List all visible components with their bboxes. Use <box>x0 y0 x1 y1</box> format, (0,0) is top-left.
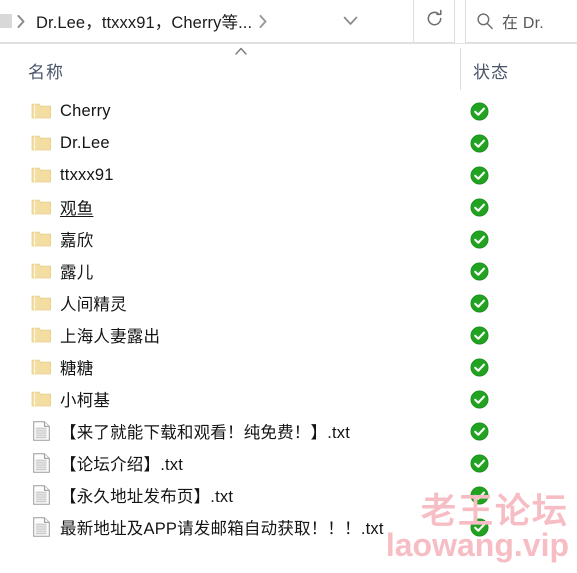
sync-complete-icon <box>469 101 489 121</box>
file-row-label[interactable]: ttxxx91 <box>60 166 114 185</box>
file-row-label[interactable]: 露儿 <box>60 259 93 283</box>
sync-complete-icon <box>469 293 489 313</box>
file-row[interactable]: 观鱼 <box>0 191 577 223</box>
address-bar-dropdown-button[interactable] <box>329 0 371 43</box>
refresh-icon <box>425 9 444 33</box>
column-header-name[interactable]: 名称 <box>28 58 64 83</box>
file-row-label[interactable]: 【来了就能下载和观看！纯免费！】.txt <box>60 419 350 443</box>
folder-icon <box>31 165 52 185</box>
file-row-label[interactable]: 人间精灵 <box>60 291 127 315</box>
file-explorer-window: Dr.Lee，ttxxx91，Cherry等... 在 Dr. 名称 状态 Ch… <box>0 0 577 573</box>
column-header-status[interactable]: 状态 <box>473 58 509 83</box>
column-header-row: 名称 状态 <box>0 44 577 94</box>
text-file-icon <box>31 485 52 505</box>
sync-complete-icon <box>469 325 489 345</box>
file-row[interactable]: Cherry <box>0 95 577 127</box>
file-row-label[interactable]: Cherry <box>60 102 111 121</box>
folder-icon <box>31 101 52 121</box>
drive-icon[interactable] <box>0 14 12 28</box>
sync-complete-icon <box>469 261 489 281</box>
file-row[interactable]: 小柯基 <box>0 383 577 415</box>
sync-complete-icon <box>469 421 489 441</box>
folder-icon <box>31 133 52 153</box>
file-row[interactable]: ttxxx91 <box>0 159 577 191</box>
folder-icon <box>31 325 52 345</box>
file-row-label[interactable]: 最新地址及APP请发邮箱自动获取！！！.txt <box>60 515 384 539</box>
sync-complete-icon <box>469 133 489 153</box>
file-row-label[interactable]: 小柯基 <box>60 387 110 411</box>
file-row[interactable]: 【来了就能下载和观看！纯免费！】.txt <box>0 415 577 447</box>
file-row-label[interactable]: 上海人妻露出 <box>60 323 160 347</box>
file-row[interactable]: 人间精灵 <box>0 287 577 319</box>
folder-icon <box>31 229 52 249</box>
folder-icon <box>31 389 52 409</box>
folder-icon <box>31 293 52 313</box>
file-row-label[interactable]: 【论坛介绍】.txt <box>60 451 183 475</box>
file-row[interactable]: 糖糖 <box>0 351 577 383</box>
search-icon <box>468 0 502 43</box>
file-row[interactable]: 【永久地址发布页】.txt <box>0 479 577 511</box>
file-row[interactable]: 嘉欣 <box>0 223 577 255</box>
file-list: Cherry Dr.Lee ttxxx91 观鱼嘉欣露儿人间精灵上海人妻露出 糖糖小柯基… <box>0 95 577 543</box>
file-row[interactable]: 露儿 <box>0 255 577 287</box>
file-row-label[interactable]: 糖糖 <box>60 355 93 379</box>
text-file-icon <box>31 453 52 473</box>
sync-complete-icon <box>469 229 489 249</box>
file-row[interactable]: 最新地址及APP请发邮箱自动获取！！！.txt <box>0 511 577 543</box>
file-row-label[interactable]: 嘉欣 <box>60 227 93 251</box>
file-row[interactable]: 【论坛介绍】.txt <box>0 447 577 479</box>
file-row-label[interactable]: 观鱼 <box>60 195 93 219</box>
chevron-down-icon <box>343 13 358 31</box>
file-row[interactable]: Dr.Lee <box>0 127 577 159</box>
search-input[interactable]: 在 Dr. <box>502 9 544 33</box>
sync-complete-icon <box>469 485 489 505</box>
sync-complete-icon <box>469 165 489 185</box>
file-row-label[interactable]: Dr.Lee <box>60 134 110 153</box>
sync-complete-icon <box>469 197 489 217</box>
text-file-icon <box>31 421 52 441</box>
folder-icon <box>31 261 52 281</box>
folder-icon <box>31 357 52 377</box>
explorer-toolbar: Dr.Lee，ttxxx91，Cherry等... 在 Dr. <box>0 0 577 44</box>
breadcrumb-path-text[interactable]: Dr.Lee，ttxxx91，Cherry等... <box>30 9 254 33</box>
text-file-icon <box>31 517 52 537</box>
file-row[interactable]: 上海人妻露出 <box>0 319 577 351</box>
sync-complete-icon <box>469 517 489 537</box>
sync-complete-icon <box>469 453 489 473</box>
column-divider[interactable] <box>460 48 461 90</box>
chevron-right-icon[interactable] <box>12 0 30 43</box>
sync-complete-icon <box>469 357 489 377</box>
breadcrumb-trailing-chevron-right-icon[interactable] <box>254 0 272 43</box>
refresh-button[interactable] <box>414 0 455 43</box>
folder-icon <box>31 197 52 217</box>
file-row-label[interactable]: 【永久地址发布页】.txt <box>60 483 233 507</box>
caret-up-icon[interactable] <box>232 44 250 58</box>
search-box[interactable]: 在 Dr. <box>465 0 577 43</box>
sync-complete-icon <box>469 389 489 409</box>
